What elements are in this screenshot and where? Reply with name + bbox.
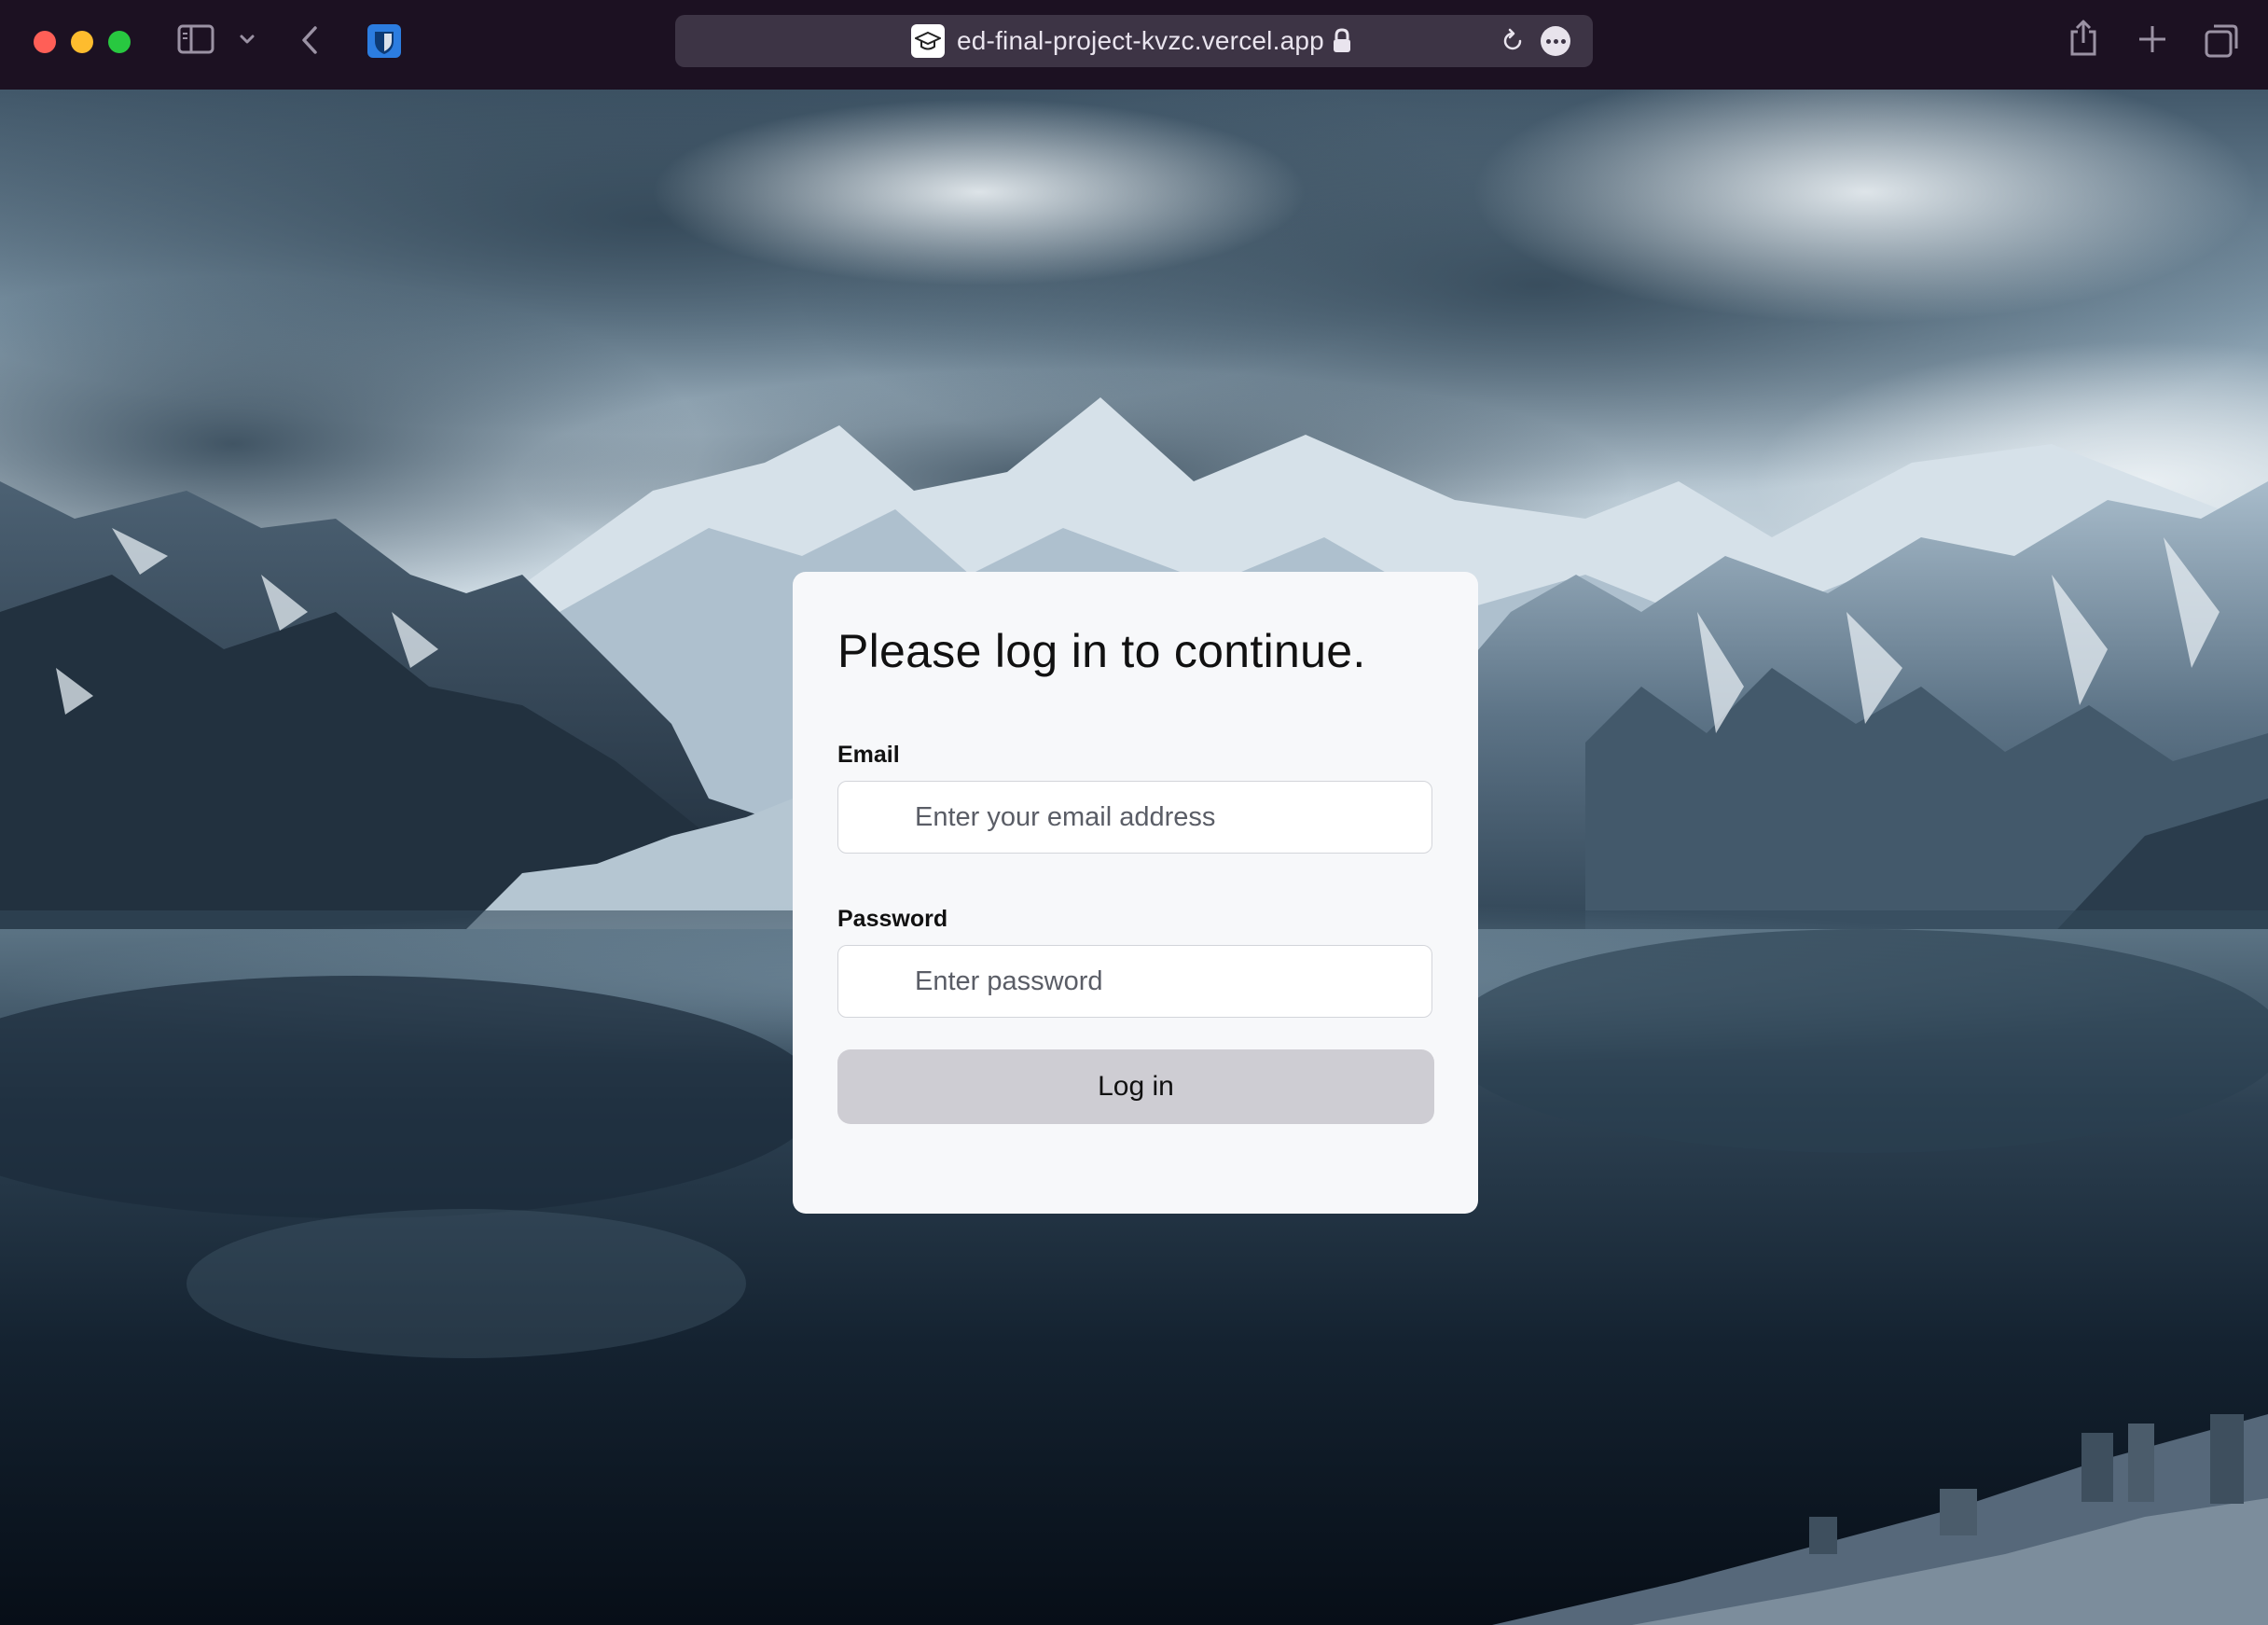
plus-icon[interactable] [2137,24,2167,54]
chevron-down-icon[interactable] [239,34,256,45]
browser-toolbar: ed-final-project-kvzc.vercel.app [0,0,2268,90]
address-bar[interactable]: ed-final-project-kvzc.vercel.app [675,15,1593,67]
minimize-window-button[interactable] [71,31,93,53]
zoom-window-button[interactable] [108,31,131,53]
lock-icon [1332,28,1352,59]
tab-overview-icon[interactable] [2205,22,2240,58]
password-field-container [837,945,1432,1018]
password-label: Password [837,906,948,932]
page-title: Please log in to continue. [837,625,1366,677]
back-arrow-icon[interactable] [298,25,321,55]
reload-icon[interactable] [1500,28,1526,59]
more-icon[interactable] [1541,26,1570,56]
login-card: Please log in to continue. Email Passwor… [793,572,1478,1214]
login-button[interactable]: Log in [837,1049,1434,1124]
bitwarden-shield-icon[interactable] [366,22,403,60]
share-icon[interactable] [2068,19,2098,58]
email-label: Email [837,742,900,768]
graduation-cap-icon [911,24,945,58]
url-text: ed-final-project-kvzc.vercel.app [957,26,1324,55]
email-field-container [837,781,1432,854]
sidebar-icon[interactable] [177,24,214,54]
email-field[interactable] [913,782,1420,854]
close-window-button[interactable] [34,31,56,53]
password-field[interactable] [913,946,1420,1018]
